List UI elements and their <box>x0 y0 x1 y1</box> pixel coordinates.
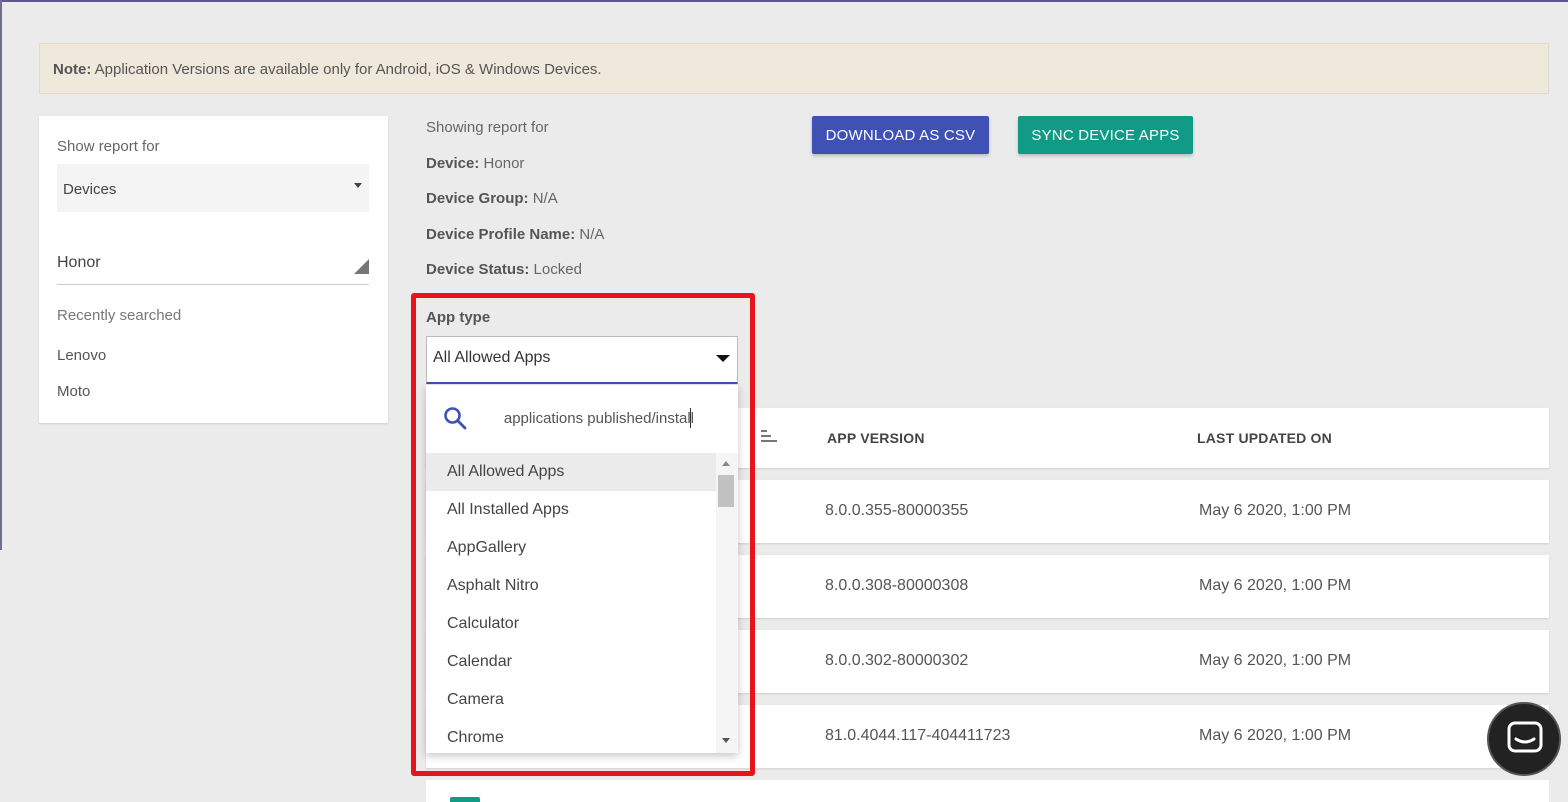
device-group-info: Device Group: N/A <box>426 190 558 207</box>
device-label: Device: <box>426 155 480 172</box>
top-border <box>0 0 1568 2</box>
showing-report-label: Showing report for <box>426 119 549 136</box>
note-label: Note: <box>53 61 92 78</box>
app-version-cell: 8.0.0.308-80000308 <box>825 577 969 594</box>
device-search-value: Honor <box>57 254 101 271</box>
last-updated-cell: May 6 2020, 1:00 PM <box>1199 652 1352 669</box>
row-checkbox[interactable] <box>450 797 480 802</box>
device-status-label: Device Status: <box>426 261 530 278</box>
app-version-header[interactable]: APP VERSION <box>827 430 925 446</box>
table-row[interactable] <box>426 780 1549 802</box>
device-profile-label: Device Profile Name: <box>426 226 576 243</box>
report-filter-panel: Show report for Devices Honor Recently s… <box>39 116 388 423</box>
device-profile-info: Device Profile Name: N/A <box>426 226 604 243</box>
device-group-value: N/A <box>532 190 558 207</box>
chat-launcher-button[interactable] <box>1487 702 1561 776</box>
show-report-label: Show report for <box>57 138 160 155</box>
device-info: Device: Honor <box>426 155 524 172</box>
report-type-select[interactable]: Devices <box>57 164 369 212</box>
app-version-cell: 8.0.0.355-80000355 <box>825 502 969 519</box>
last-updated-cell: May 6 2020, 1:00 PM <box>1199 577 1352 594</box>
last-updated-header[interactable]: LAST UPDATED ON <box>1197 430 1332 446</box>
caret-down-icon <box>354 183 362 188</box>
download-csv-button[interactable]: DOWNLOAD AS CSV <box>812 116 989 154</box>
recent-item-lenovo[interactable]: Lenovo <box>57 347 106 364</box>
last-updated-cell: May 6 2020, 1:00 PM <box>1199 727 1352 744</box>
app-version-cell: 8.0.0.302-80000302 <box>825 652 969 669</box>
sort-icon[interactable] <box>761 430 777 444</box>
recently-searched-title: Recently searched <box>57 307 182 324</box>
device-status-value: Locked <box>533 261 582 278</box>
note-text: Application Versions are available only … <box>94 61 602 78</box>
highlight-box <box>411 293 755 776</box>
last-updated-cell: May 6 2020, 1:00 PM <box>1199 502 1352 519</box>
device-profile-value: N/A <box>579 226 605 243</box>
device-value: Honor <box>483 155 525 172</box>
left-border <box>0 0 2 550</box>
report-type-value: Devices <box>63 181 117 198</box>
device-status-info: Device Status: Locked <box>426 261 582 278</box>
note-banner: Note: Application Versions are available… <box>39 43 1549 94</box>
sync-device-apps-button[interactable]: SYNC DEVICE APPS <box>1018 116 1193 154</box>
device-group-label: Device Group: <box>426 190 529 207</box>
app-version-cell: 81.0.4044.117-404411723 <box>825 727 1011 744</box>
recent-item-moto[interactable]: Moto <box>57 383 90 400</box>
resize-handle-icon[interactable] <box>354 259 369 274</box>
chat-icon <box>1507 721 1543 753</box>
device-search-field[interactable]: Honor <box>57 254 369 285</box>
